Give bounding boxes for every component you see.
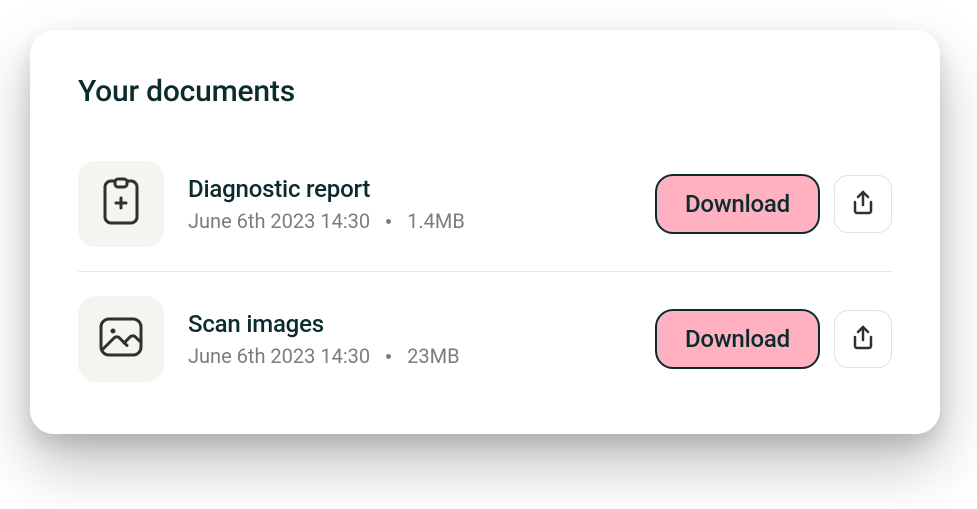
card-title: Your documents [78,74,892,109]
image-icon [97,315,145,363]
document-info: Diagnostic report June 6th 2023 14:30 1.… [188,175,631,233]
share-button[interactable] [834,310,892,368]
download-button[interactable]: Download [655,174,820,234]
document-actions: Download [655,309,892,369]
document-actions: Download [655,174,892,234]
divider [78,271,892,272]
document-date: June 6th 2023 14:30 [188,344,370,368]
share-icon [850,189,876,220]
meta-separator [386,219,391,224]
document-row: Diagnostic report June 6th 2023 14:30 1.… [78,145,892,263]
document-row: Scan images June 6th 2023 14:30 23MB Dow… [78,280,892,398]
document-date: June 6th 2023 14:30 [188,209,370,233]
document-icon-box [78,161,164,247]
document-name: Scan images [188,310,631,338]
document-meta: June 6th 2023 14:30 23MB [188,344,631,368]
document-size: 23MB [407,344,459,368]
document-icon-box [78,296,164,382]
clipboard-icon [99,177,143,231]
document-name: Diagnostic report [188,175,631,203]
meta-separator [386,354,391,359]
download-button[interactable]: Download [655,309,820,369]
share-button[interactable] [834,175,892,233]
share-icon [850,324,876,355]
document-info: Scan images June 6th 2023 14:30 23MB [188,310,631,368]
document-size: 1.4MB [407,209,465,233]
document-meta: June 6th 2023 14:30 1.4MB [188,209,631,233]
documents-card: Your documents Diagnostic report June 6t… [30,30,940,434]
